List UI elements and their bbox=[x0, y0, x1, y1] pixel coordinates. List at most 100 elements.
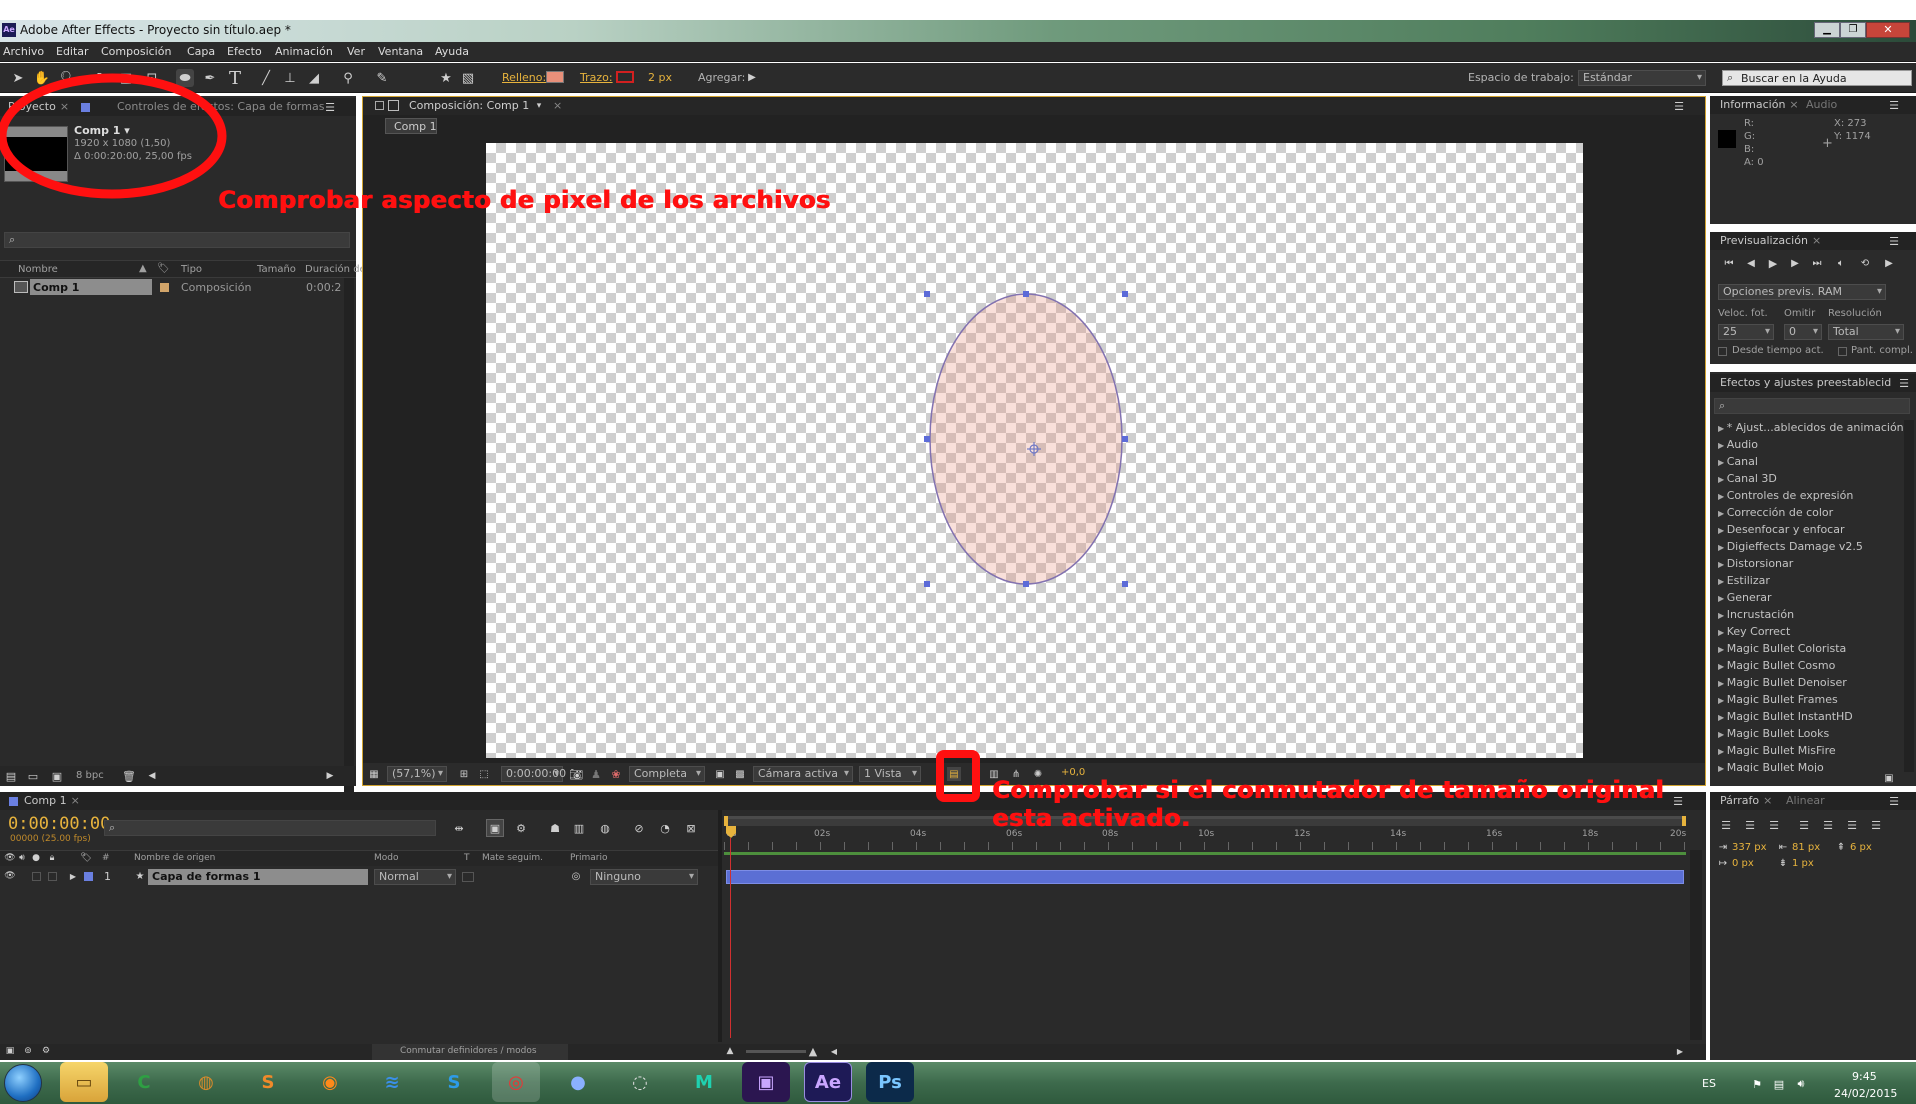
lock-icon[interactable] bbox=[375, 101, 384, 110]
solo-checkbox[interactable] bbox=[32, 872, 41, 881]
new-composition-icon[interactable]: ▣ bbox=[50, 769, 64, 783]
region-icon[interactable]: ⊞ bbox=[457, 767, 471, 781]
effect-category[interactable]: Distorsionar bbox=[1718, 557, 1794, 570]
timeline-vscroll[interactable] bbox=[1690, 850, 1702, 1040]
effects-search-input[interactable]: ⌕ bbox=[1714, 398, 1910, 414]
effect-category[interactable]: * Ajust...ablecidos de animación bbox=[1718, 421, 1904, 434]
stroke-swatch[interactable] bbox=[616, 71, 634, 83]
pickwhip-icon[interactable]: ◎ bbox=[570, 870, 582, 882]
shape-layer-svg[interactable] bbox=[486, 143, 1583, 758]
effect-category[interactable]: Magic Bullet Denoiser bbox=[1718, 676, 1847, 689]
taskbar-photoshop-icon[interactable]: Ps bbox=[866, 1062, 914, 1102]
menu-ayuda[interactable]: Ayuda bbox=[435, 45, 469, 58]
close-button[interactable]: ✕ bbox=[1866, 22, 1910, 38]
scroll-left-icon[interactable]: ◀ bbox=[828, 1045, 840, 1057]
toggle-switches-modes-button[interactable]: Conmutar definidores / modos bbox=[372, 1044, 568, 1060]
effect-category[interactable]: Corrección de color bbox=[1718, 506, 1833, 519]
justify-left-icon[interactable]: ☰ bbox=[1796, 818, 1812, 832]
solo-icon[interactable]: ● bbox=[30, 852, 42, 864]
minimize-button[interactable]: ▁ bbox=[1814, 22, 1840, 38]
time-ruler[interactable]: 0s 02s 04s 06s 08s 10s 12s 14s 16s 18s 2… bbox=[724, 816, 1686, 858]
panel-menu-icon[interactable]: ☰ bbox=[1670, 794, 1686, 808]
volume-icon[interactable]: 🔊︎ bbox=[1794, 1077, 1808, 1091]
play-icon[interactable]: ▶ bbox=[1766, 256, 1780, 270]
taskbar-browser-icon[interactable]: ◍ bbox=[182, 1062, 230, 1102]
effect-category[interactable]: Digieffects Damage v2.5 bbox=[1718, 540, 1863, 553]
menu-ventana[interactable]: Ventana bbox=[378, 45, 423, 58]
previous-frame-icon[interactable]: ◀ bbox=[1744, 256, 1758, 270]
next-frame-icon[interactable]: ▶ bbox=[1788, 256, 1802, 270]
justify-all-icon[interactable]: ☰ bbox=[1868, 818, 1884, 832]
align-right-icon[interactable]: ☰ bbox=[1766, 818, 1782, 832]
first-line-value[interactable]: 0 px bbox=[1732, 858, 1754, 869]
transparency-grid-icon[interactable]: ⬚ bbox=[477, 767, 491, 781]
region-of-interest-icon[interactable]: ▣ bbox=[713, 767, 727, 781]
brush-tool-icon[interactable]: ╱ bbox=[258, 70, 274, 86]
puppet-tool-icon[interactable]: ✎ bbox=[374, 70, 390, 86]
tab-info[interactable]: Información × bbox=[1720, 98, 1799, 111]
layer-row[interactable]: 👁︎ ▶ 1 ★ Capa de formas 1 Normal ◎ Ningu… bbox=[0, 868, 718, 886]
roto-brush-tool-icon[interactable]: ⚲ bbox=[340, 70, 356, 86]
timeline-timecode[interactable]: 0:00:00:00 bbox=[8, 814, 110, 834]
close-tab-icon[interactable]: × bbox=[553, 99, 562, 112]
taskbar-date[interactable]: 24/02/2015 bbox=[1834, 1087, 1897, 1100]
effect-category[interactable]: Audio bbox=[1718, 438, 1758, 451]
tab-preview[interactable]: Previsualización × bbox=[1720, 234, 1821, 247]
comp-breadcrumb[interactable]: Comp 1 bbox=[385, 118, 437, 134]
lock-checkbox[interactable] bbox=[48, 872, 57, 881]
taskbar-premiere-icon[interactable]: ▣ bbox=[742, 1062, 790, 1102]
zoom-select[interactable]: (57,1%) bbox=[387, 766, 447, 782]
lock-icon[interactable]: 🔒︎ bbox=[46, 852, 58, 864]
eye-icon[interactable]: 👁︎ bbox=[4, 870, 16, 882]
work-area-end-handle[interactable] bbox=[1682, 816, 1686, 826]
bezier-toggle-icon[interactable]: ▧ bbox=[460, 70, 476, 86]
menu-animacion[interactable]: Animación bbox=[275, 45, 333, 58]
taskbar-pentaho-icon[interactable]: S bbox=[244, 1062, 292, 1102]
show-snapshot-icon[interactable]: ♟ bbox=[589, 767, 603, 781]
taskbar-skype-icon[interactable]: S bbox=[430, 1062, 478, 1102]
expand-transfer-icon[interactable]: ⊚ bbox=[22, 1045, 34, 1057]
camera-select[interactable]: Cámara activa bbox=[753, 766, 853, 782]
menu-archivo[interactable]: Archivo bbox=[3, 45, 44, 58]
eraser-tool-icon[interactable]: ◢ bbox=[306, 70, 322, 86]
star-icon[interactable]: ★ bbox=[438, 70, 454, 86]
menu-composicion[interactable]: Composición bbox=[101, 45, 171, 58]
taskbar-cinema4d-icon[interactable]: ● bbox=[554, 1062, 602, 1102]
col-tipo[interactable]: Tipo bbox=[181, 264, 202, 275]
effect-category[interactable]: Canal 3D bbox=[1718, 472, 1777, 485]
label-tag-icon[interactable]: 🏷︎ bbox=[80, 852, 92, 864]
menu-capa[interactable]: Capa bbox=[187, 45, 215, 58]
bpc-label[interactable]: 8 bpc bbox=[76, 770, 104, 781]
effect-category[interactable]: Magic Bullet Cosmo bbox=[1718, 659, 1836, 672]
col-track-matte[interactable]: Mate seguim. bbox=[482, 853, 543, 863]
taskbar-aftereffects-icon[interactable]: Ae bbox=[804, 1062, 852, 1102]
label-tag-icon[interactable]: 🏷︎ bbox=[157, 263, 170, 274]
checkerboard-icon[interactable]: ▩ bbox=[733, 767, 747, 781]
effect-category[interactable]: Canal bbox=[1718, 455, 1758, 468]
panel-menu-icon[interactable]: ☰ bbox=[1896, 376, 1912, 390]
effect-category[interactable]: Controles de expresión bbox=[1718, 489, 1854, 502]
parent-select[interactable]: Ninguno bbox=[590, 869, 698, 885]
effect-category[interactable]: Magic Bullet Frames bbox=[1718, 693, 1838, 706]
effects-scrollbar[interactable] bbox=[1904, 420, 1914, 772]
new-folder-icon[interactable]: ▭ bbox=[26, 769, 40, 783]
fill-swatch[interactable] bbox=[546, 71, 564, 83]
draft-3d-icon[interactable]: ⚙︎ bbox=[512, 821, 530, 835]
new-bin-icon[interactable]: ▣ bbox=[1882, 772, 1896, 784]
brainstorm-icon[interactable]: ◔ bbox=[656, 821, 674, 835]
project-row[interactable]: Comp 1 Composición 0:00:2 bbox=[0, 278, 344, 296]
effect-category[interactable]: Magic Bullet MisFire bbox=[1718, 744, 1836, 757]
comp-mini-flowchart-icon[interactable]: ⇹ bbox=[450, 821, 468, 835]
trash-icon[interactable]: 🗑︎ bbox=[122, 769, 136, 783]
col-source-name[interactable]: Nombre de origen bbox=[134, 853, 215, 863]
clone-stamp-tool-icon[interactable]: ⊥ bbox=[282, 70, 298, 86]
col-tamano[interactable]: Tamaño bbox=[257, 264, 296, 275]
col-duracion[interactable]: Duración de bbox=[305, 264, 366, 275]
current-time-field[interactable]: 0:00:00:00 bbox=[501, 766, 566, 782]
taskbar-steam-icon[interactable]: ◌ bbox=[616, 1062, 664, 1102]
effect-category[interactable]: Magic Bullet Looks bbox=[1718, 727, 1830, 740]
panel-menu-icon[interactable]: ☰ bbox=[1886, 98, 1902, 112]
space-after-value[interactable]: 1 px bbox=[1792, 858, 1814, 869]
align-left-icon[interactable]: ☰ bbox=[1718, 818, 1734, 832]
zoom-out-icon[interactable]: ▲ bbox=[724, 1045, 736, 1057]
